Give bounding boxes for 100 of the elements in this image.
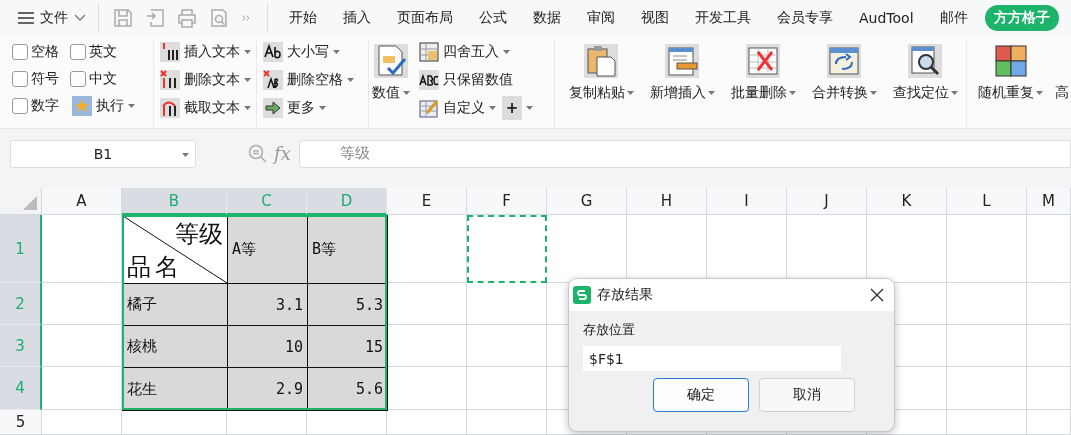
ribbon-tab[interactable]: 插入	[334, 4, 380, 31]
row-header[interactable]: 5	[0, 410, 42, 435]
tool-button[interactable]: 批量删除	[723, 39, 803, 129]
text-tool-button[interactable]: 插入文本	[158, 39, 253, 64]
grid-cell[interactable]	[947, 325, 1027, 367]
caret-icon	[128, 103, 135, 108]
caret-icon	[869, 90, 877, 95]
ribbon-tab[interactable]: 页面布局	[388, 4, 462, 31]
column-header[interactable]: F	[467, 188, 547, 215]
add-button[interactable]: +	[502, 95, 522, 120]
ribbon-tab[interactable]: AudTool	[850, 4, 923, 31]
cut-off-button[interactable]: 高	[1052, 39, 1071, 129]
table-cell: B等	[307, 215, 388, 284]
ribbon-tab[interactable]: 审阅	[578, 4, 624, 31]
checkbox-square[interactable]	[12, 43, 28, 60]
file-menu[interactable]: 文件	[14, 3, 90, 32]
case-tool-button[interactable]: 删除空格	[261, 67, 356, 92]
grid-cell[interactable]	[42, 367, 122, 410]
location-field[interactable]: $F$1	[583, 346, 841, 371]
checkbox-square[interactable]	[12, 70, 28, 87]
grid-cell[interactable]	[947, 283, 1027, 325]
number-tool-button[interactable]: 只保留数值	[417, 67, 515, 92]
magnifier-icon	[908, 43, 942, 78]
caret-icon	[182, 152, 189, 157]
checkbox-square[interactable]	[12, 97, 28, 114]
grid-cell[interactable]	[1027, 325, 1071, 367]
color-grid-icon	[993, 43, 1028, 78]
checkbox[interactable]: 英文	[70, 39, 150, 64]
insert-row-icon	[665, 43, 699, 78]
case-tool-button[interactable]: 大小写	[261, 39, 356, 64]
checkbox-square[interactable]	[70, 43, 86, 60]
random-repeat-button[interactable]: 随机重复	[975, 39, 1046, 129]
checkbox[interactable]: 符号	[12, 66, 70, 91]
checkbox[interactable]: 数字	[12, 93, 70, 118]
grid-cell[interactable]	[42, 325, 122, 367]
formula-field[interactable]: 等级	[298, 139, 1071, 168]
column-header[interactable]: J	[787, 188, 867, 215]
number-button[interactable]: 数值	[369, 39, 413, 129]
grid-cell[interactable]	[467, 325, 547, 367]
ribbon-tab[interactable]: 开发工具	[686, 4, 760, 31]
checkbox[interactable]: 中文	[70, 66, 150, 91]
dialog-button[interactable]: 取消	[759, 378, 855, 412]
export-icon[interactable]	[144, 6, 166, 29]
checkbox[interactable]: 空格	[12, 39, 70, 64]
grid-cell[interactable]	[467, 367, 547, 410]
column-header[interactable]: I	[707, 188, 787, 215]
text-tool-button[interactable]: 删除文本	[158, 67, 253, 92]
case-tool-button[interactable]: 更多	[261, 95, 356, 120]
table-cell: 10	[227, 325, 308, 368]
tool-button[interactable]: 新增插入	[642, 39, 722, 129]
print-preview-icon[interactable]	[208, 6, 230, 29]
run-button[interactable]: 执行	[70, 93, 150, 118]
grid-cell[interactable]	[42, 410, 122, 435]
text-tool-button[interactable]: 截取文本	[158, 95, 253, 120]
grid-cell[interactable]	[1027, 215, 1071, 283]
ribbon-tab[interactable]: 视图	[632, 4, 678, 31]
grid-cell[interactable]	[467, 410, 547, 435]
ribbon-tab[interactable]: 数据	[524, 4, 570, 31]
column-header[interactable]: M	[1027, 188, 1071, 215]
name-box[interactable]: B1	[10, 139, 196, 168]
extract-text-icon	[160, 97, 180, 118]
grid-cell[interactable]	[1027, 283, 1071, 325]
tool-button[interactable]: 合并转换	[804, 39, 884, 129]
ribbon-tab[interactable]: 公式	[470, 4, 516, 31]
number-tool-button[interactable]: 自定义	[417, 95, 498, 120]
caret-icon	[1036, 90, 1043, 95]
delete-text-icon	[160, 69, 180, 90]
grid-cell[interactable]	[387, 410, 467, 435]
column-header[interactable]: L	[947, 188, 1027, 215]
grid-cell[interactable]	[467, 283, 547, 325]
grid-cell[interactable]	[947, 215, 1027, 283]
close-icon[interactable]	[870, 288, 884, 302]
table-cell: 2.9	[227, 367, 308, 411]
save-icon[interactable]	[112, 6, 134, 29]
column-header[interactable]: K	[867, 188, 947, 215]
zoom-formula-icon[interactable]	[248, 143, 268, 164]
grid-cell[interactable]	[947, 410, 1027, 435]
print-icon[interactable]	[176, 6, 198, 29]
column-header[interactable]: A	[42, 188, 122, 215]
checkbox-square[interactable]	[70, 70, 86, 87]
select-all-icon[interactable]	[23, 196, 37, 210]
column-header[interactable]: G	[547, 188, 627, 215]
menu-icon	[18, 11, 34, 24]
grid-cell[interactable]	[947, 367, 1027, 410]
caret-icon	[319, 105, 326, 110]
grid-cell[interactable]	[1027, 410, 1071, 435]
column-header[interactable]: E	[387, 188, 467, 215]
grid-cell[interactable]	[42, 215, 122, 283]
ribbon-tab[interactable]: 邮件	[930, 4, 977, 31]
dialog-button[interactable]: 确定	[653, 378, 749, 412]
tool-button[interactable]: 复制粘贴	[561, 39, 641, 129]
ribbon-tab[interactable]: 会员专享	[768, 4, 842, 31]
caret-icon	[489, 105, 496, 110]
tool-button[interactable]: 查找定位	[885, 39, 965, 129]
number-tool-button[interactable]: 四舍五入	[417, 39, 512, 64]
column-header[interactable]: H	[627, 188, 707, 215]
grid-cell[interactable]	[1027, 367, 1071, 410]
merge-convert-icon	[827, 43, 861, 78]
grid-cell[interactable]	[42, 283, 122, 325]
ribbon-tab[interactable]: 开始	[280, 4, 326, 31]
